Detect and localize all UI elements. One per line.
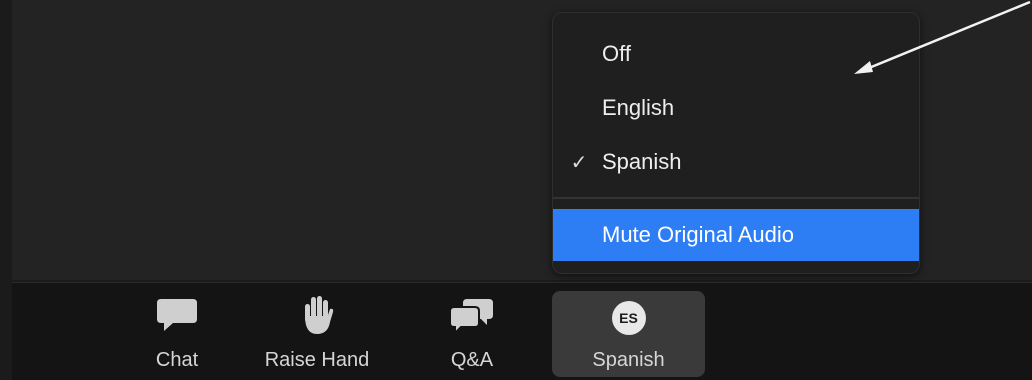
hand-icon <box>299 291 335 339</box>
menu-item-label: Mute Original Audio <box>602 222 794 247</box>
menu-item-label: Off <box>602 41 631 66</box>
meeting-window: Off English ✓ Spanish Mute Original Audi… <box>0 0 1032 380</box>
chat-button[interactable]: Chat <box>127 291 227 377</box>
annotation-arrow-icon <box>854 0 1031 74</box>
checkmark-icon: ✓ <box>570 151 588 174</box>
chat-label: Chat <box>155 349 199 371</box>
qa-label: Q&A <box>450 349 494 371</box>
mute-original-audio-item[interactable]: Mute Original Audio <box>553 209 919 261</box>
language-badge-icon: ES <box>611 291 646 339</box>
raise-hand-label: Raise Hand <box>264 349 370 371</box>
interpretation-label: Spanish <box>592 349 665 371</box>
qa-button[interactable]: Q&A <box>432 291 512 377</box>
menu-item-label: Spanish <box>602 149 682 174</box>
menu-item-english[interactable]: English <box>553 85 919 131</box>
meeting-toolbar: Chat Raise Hand Q&A ES Spanish <box>12 282 1032 380</box>
menu-item-label: English <box>602 95 675 120</box>
menu-item-spanish[interactable]: ✓ Spanish <box>553 139 919 185</box>
interpretation-button[interactable]: ES Spanish <box>552 291 705 377</box>
menu-divider <box>553 197 919 199</box>
qa-bubbles-icon <box>449 291 495 339</box>
raise-hand-button[interactable]: Raise Hand <box>247 291 387 377</box>
language-badge: ES <box>611 301 646 335</box>
chat-bubble-icon <box>155 291 199 339</box>
